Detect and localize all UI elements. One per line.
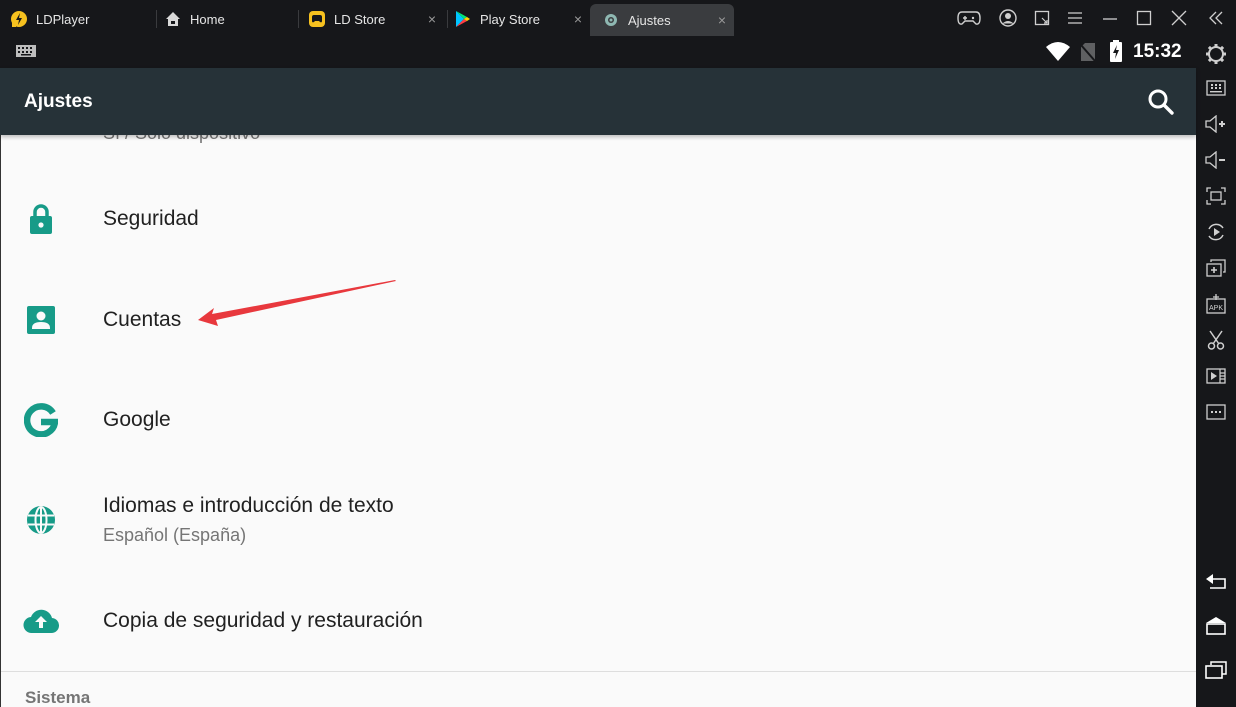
- keyboard-mapping-icon[interactable]: [1204, 76, 1228, 100]
- tab-divider: [447, 10, 448, 28]
- settings-item-title: Cuentas: [103, 308, 182, 331]
- install-apk-icon[interactable]: APK: [1204, 292, 1228, 316]
- partial-setting-summary: Sí / Solo dispositivo: [103, 135, 260, 144]
- settings-item-idiomas[interactable]: Idiomas e introducción de texto Español …: [1, 470, 1196, 570]
- settings-item-title: Idiomas e introducción de texto: [103, 494, 394, 517]
- settings-item-seguridad[interactable]: Seguridad: [1, 169, 1196, 269]
- section-header-sistema: Sistema: [25, 688, 91, 707]
- tab-home[interactable]: Home: [164, 5, 294, 33]
- account-icon[interactable]: [995, 6, 1021, 30]
- add-window-icon[interactable]: [1204, 256, 1228, 280]
- settings-item-title: Google: [103, 408, 171, 431]
- tab-label: LDPlayer: [36, 11, 90, 27]
- android-home-icon[interactable]: [1204, 614, 1228, 638]
- tab-ldplayer[interactable]: LDPlayer: [10, 5, 150, 33]
- settings-item-cuentas[interactable]: Cuentas: [1, 270, 1196, 370]
- resize-icon[interactable]: [1029, 6, 1055, 30]
- tab-label: Home: [190, 11, 225, 27]
- ldplayer-logo-icon: [10, 10, 28, 28]
- home-icon: [164, 10, 182, 28]
- settings-item-subtitle: Español (España): [103, 525, 247, 545]
- wifi-icon: [1046, 42, 1070, 67]
- close-tab-icon[interactable]: ×: [574, 11, 582, 27]
- maximize-icon[interactable]: [1131, 6, 1157, 30]
- settings-app-icon: [602, 11, 620, 29]
- settings-list: Sí / Solo dispositivo Seguridad Cuentas …: [0, 135, 1196, 707]
- ld-store-icon: [308, 10, 326, 28]
- tab-label: Play Store: [480, 11, 540, 27]
- close-icon[interactable]: [1166, 6, 1192, 30]
- title-bar: LDPlayer Home LD Store × Play Store × Aj…: [0, 0, 1236, 36]
- clock: 15:32: [1133, 41, 1182, 62]
- emulator-sidebar: APK: [1196, 36, 1236, 707]
- record-icon[interactable]: [1204, 220, 1228, 244]
- globe-icon: [23, 502, 59, 538]
- keyboard-icon[interactable]: [16, 44, 36, 62]
- section-divider: [1, 671, 1196, 672]
- tab-ld-store[interactable]: LD Store ×: [308, 5, 444, 33]
- minimize-icon[interactable]: [1097, 6, 1123, 30]
- volume-up-icon[interactable]: [1204, 112, 1228, 136]
- screenshot-scissors-icon[interactable]: [1204, 328, 1228, 352]
- settings-item-title: Seguridad: [103, 207, 199, 230]
- page-title: Ajustes: [24, 91, 93, 112]
- settings-item-google[interactable]: Google: [1, 370, 1196, 470]
- tab-divider: [298, 10, 299, 28]
- tab-label: LD Store: [334, 11, 386, 27]
- lock-icon: [23, 201, 59, 237]
- close-tab-icon[interactable]: ×: [428, 11, 436, 27]
- gamepad-icon[interactable]: [956, 6, 982, 30]
- menu-icon[interactable]: [1062, 6, 1088, 30]
- settings-item-title: Copia de seguridad y restauración: [103, 609, 423, 632]
- no-sim-icon: [1080, 42, 1096, 67]
- svg-text:APK: APK: [1209, 305, 1223, 312]
- more-icon[interactable]: [1204, 400, 1228, 424]
- tab-label: Ajustes: [628, 12, 671, 28]
- settings-item-copia-seguridad[interactable]: Copia de seguridad y restauración: [1, 571, 1196, 671]
- settings-gear-icon[interactable]: [1204, 42, 1228, 66]
- tab-divider: [156, 10, 157, 28]
- back-icon[interactable]: [1204, 570, 1228, 594]
- google-icon: [23, 402, 59, 438]
- close-tab-icon[interactable]: ×: [718, 12, 726, 28]
- collapse-sidebar-icon[interactable]: [1203, 6, 1229, 30]
- search-icon[interactable]: [1147, 88, 1175, 121]
- battery-charging-icon: [1109, 40, 1123, 67]
- video-icon[interactable]: [1204, 364, 1228, 388]
- volume-down-icon[interactable]: [1204, 148, 1228, 172]
- cloud-upload-icon: [23, 603, 59, 639]
- fullscreen-icon[interactable]: [1204, 184, 1228, 208]
- tab-ajustes[interactable]: Ajustes ×: [590, 4, 734, 36]
- tab-play-store[interactable]: Play Store ×: [454, 5, 590, 33]
- recents-icon[interactable]: [1204, 658, 1228, 682]
- android-status-bar: 15:32: [0, 36, 1196, 68]
- app-bar: Ajustes: [0, 68, 1196, 135]
- play-store-icon: [454, 10, 472, 28]
- account-box-icon: [23, 302, 59, 338]
